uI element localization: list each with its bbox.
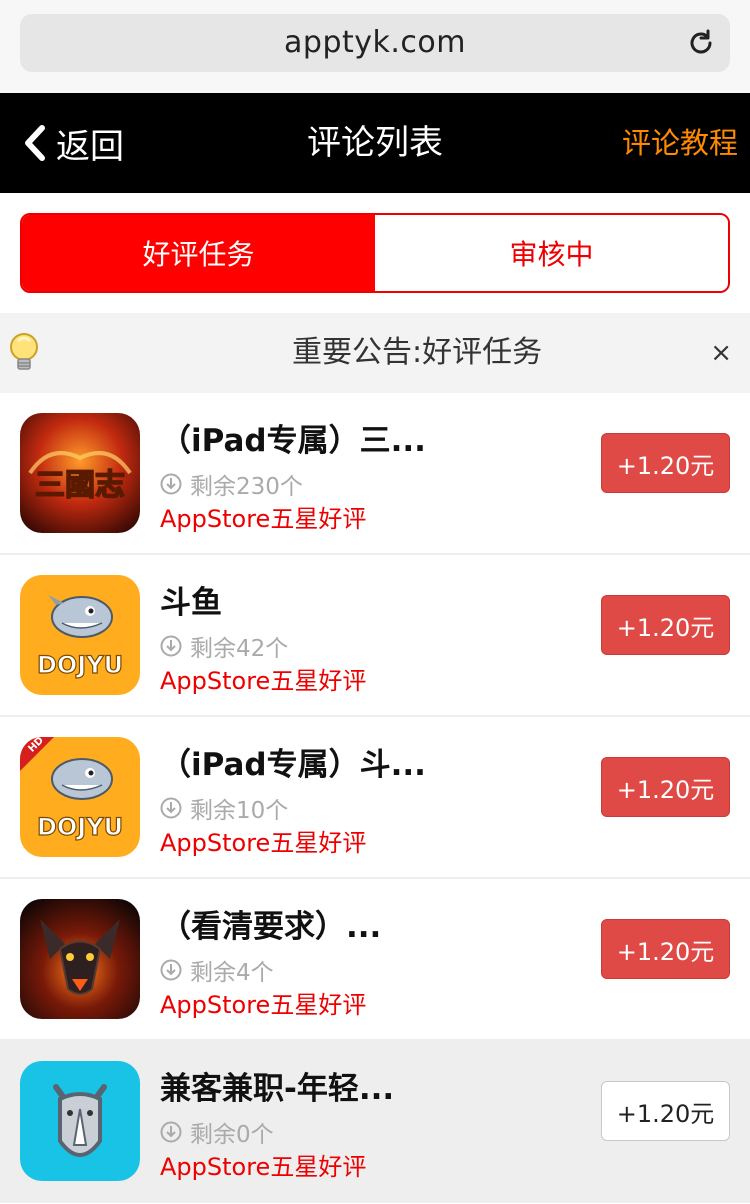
remaining-text: 剩余4个 bbox=[190, 960, 274, 986]
remaining-count: 剩余0个 bbox=[160, 1115, 274, 1149]
notice-banner: 重要公告:好评任务 × bbox=[0, 313, 750, 393]
remaining-count: 剩余4个 bbox=[160, 953, 274, 987]
app-name: 斗鱼 bbox=[160, 585, 222, 621]
back-button[interactable]: 返回 bbox=[22, 93, 124, 193]
reward-button[interactable]: +1.20元 bbox=[601, 919, 730, 979]
app-name: （iPad专属）斗... bbox=[160, 747, 426, 783]
close-icon[interactable]: × bbox=[710, 313, 732, 393]
notice-text: 重要公告:好评任务 bbox=[292, 335, 543, 370]
back-label: 返回 bbox=[56, 126, 124, 167]
list-item[interactable]: DOJYU 斗鱼 剩余42个 AppStore五星好评 +1.20元 bbox=[0, 555, 750, 717]
sanguozhi-app-icon: 三國志 bbox=[20, 413, 140, 533]
app-name: （iPad专属）三... bbox=[160, 423, 426, 459]
svg-text:DOJYU: DOJYU bbox=[37, 813, 123, 841]
review-type: AppStore五星好评 bbox=[160, 829, 367, 857]
douyu-app-icon: DOJYU bbox=[20, 575, 140, 695]
remaining-text: 剩余42个 bbox=[190, 636, 289, 662]
remaining-count: 剩余42个 bbox=[160, 629, 288, 663]
download-icon bbox=[160, 959, 182, 981]
list-item[interactable]: DOJYU HD （iPad专属）斗... 剩余10个 AppStore五星好评… bbox=[0, 717, 750, 879]
list-item[interactable]: （看清要求）... 剩余4个 AppStore五星好评 +1.20元 bbox=[0, 879, 750, 1041]
download-icon bbox=[160, 1121, 182, 1143]
list-item[interactable]: 三國志 （iPad专属）三... 剩余230个 AppStore五星好评 +1.… bbox=[0, 393, 750, 555]
task-list: 三國志 （iPad专属）三... 剩余230个 AppStore五星好评 +1.… bbox=[0, 393, 750, 1203]
reward-button[interactable]: +1.20元 bbox=[601, 433, 730, 493]
tab-under-review[interactable]: 审核中 bbox=[375, 215, 728, 291]
remaining-text: 剩余0个 bbox=[190, 1122, 274, 1148]
reward-button[interactable]: +1.20元 bbox=[601, 595, 730, 655]
douyu-hd-app-icon: DOJYU HD bbox=[20, 737, 140, 857]
reload-icon[interactable] bbox=[686, 28, 716, 58]
remaining-text: 剩余10个 bbox=[190, 798, 289, 824]
url-text[interactable]: apptyk.com bbox=[20, 14, 730, 72]
remaining-count: 剩余230个 bbox=[160, 467, 303, 501]
review-type: AppStore五星好评 bbox=[160, 667, 367, 695]
download-icon bbox=[160, 797, 182, 819]
tab-good-review-tasks[interactable]: 好评任务 bbox=[22, 215, 375, 291]
task-tabs: 好评任务 审核中 bbox=[20, 213, 730, 293]
review-type: AppStore五星好评 bbox=[160, 1153, 367, 1181]
review-type: AppStore五星好评 bbox=[160, 505, 367, 533]
review-tutorial-link[interactable]: 评论教程 bbox=[622, 93, 738, 193]
remaining-text: 剩余230个 bbox=[190, 474, 303, 500]
url-field[interactable]: apptyk.com bbox=[20, 14, 730, 72]
remaining-count: 剩余10个 bbox=[160, 791, 288, 825]
review-type: AppStore五星好评 bbox=[160, 991, 367, 1019]
svg-text:三國志: 三國志 bbox=[35, 468, 125, 503]
nav-bar: 返回 评论列表 评论教程 bbox=[0, 93, 750, 193]
rhino-app-icon bbox=[20, 1061, 140, 1181]
reward-button[interactable]: +1.20元 bbox=[601, 757, 730, 817]
chevron-left-icon bbox=[25, 125, 45, 161]
browser-bar: apptyk.com bbox=[0, 0, 750, 93]
lightbulb-icon bbox=[10, 333, 38, 370]
list-item[interactable]: 兼客兼职-年轻... 剩余0个 AppStore五星好评 +1.20元 bbox=[0, 1041, 750, 1203]
app-name: （看清要求）... bbox=[160, 909, 382, 945]
svg-text:DOJYU: DOJYU bbox=[37, 651, 123, 679]
dragon-game-app-icon bbox=[20, 899, 140, 1019]
reward-button[interactable]: +1.20元 bbox=[601, 1081, 730, 1141]
download-icon bbox=[160, 473, 182, 495]
download-icon bbox=[160, 635, 182, 657]
app-name: 兼客兼职-年轻... bbox=[160, 1071, 395, 1107]
